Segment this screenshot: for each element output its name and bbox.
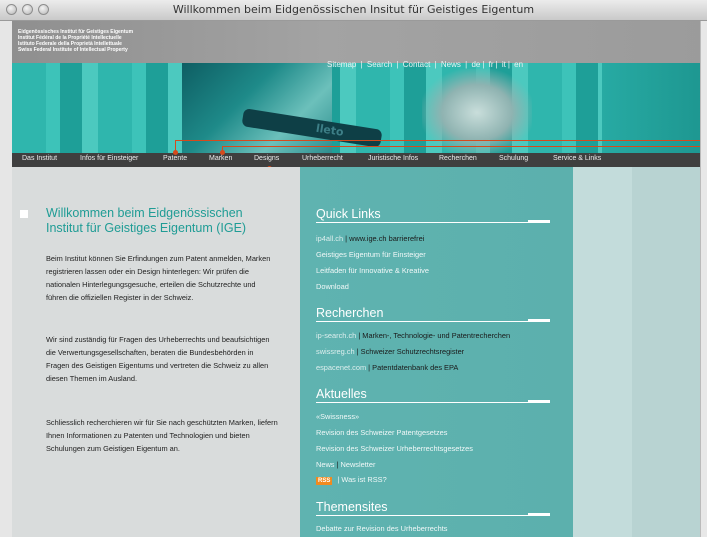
link-search[interactable]: Search [367, 60, 392, 69]
main-nav: Das Institut Infos für Einsteiger Patent… [12, 153, 707, 167]
nav-das-institut[interactable]: Das Institut [22, 155, 57, 162]
link-ip-search-desc: | Marken-, Technologie- und Patentrecher… [356, 331, 511, 340]
nav-patente[interactable]: Patente [163, 155, 187, 162]
section-divider-accent [528, 319, 550, 322]
header-photo-text: lleto [315, 121, 345, 139]
lang-it[interactable]: it [502, 60, 506, 69]
link-newsletter-label[interactable]: Newsletter [341, 460, 376, 469]
nav-marken[interactable]: Marken [209, 155, 232, 162]
lang-de[interactable]: de [471, 60, 480, 69]
link-swissness[interactable]: «Swissness» [316, 412, 359, 421]
vertical-scrollbar[interactable] [700, 21, 707, 537]
title-bar: Willkommen beim Eidgenössischen Insitut … [0, 0, 707, 21]
link-news-label[interactable]: News [316, 460, 334, 469]
link-revision-urheberrecht[interactable]: Revision des Schweizer Urheberrechtsgese… [316, 444, 473, 453]
page-title: Willkommen beim Eidgenössischen Institut… [46, 206, 247, 235]
link-swissreg-label[interactable]: swissreg.ch [316, 347, 355, 356]
nav-urheberrecht[interactable]: Urheberrecht [302, 155, 343, 162]
section-divider-accent [528, 513, 550, 516]
intro-paragraph-3: Schliesslich recherchieren wir für Sie n… [46, 418, 278, 453]
link-contact[interactable]: Contact [403, 60, 431, 69]
link-barrierefrei-label[interactable]: | www.ige.ch barrierefrei [343, 234, 424, 243]
link-news[interactable]: News [441, 60, 461, 69]
header-photo-statue [422, 69, 532, 156]
nav-schulung[interactable]: Schulung [499, 155, 528, 162]
institute-name-en: Swiss Federal Institute of Intellectual … [18, 47, 128, 53]
right-column-outer [632, 167, 707, 537]
link-news-newsletter[interactable]: News | Newsletter [316, 460, 375, 469]
intro-paragraph-2: Wir sind zuständig für Fragen des Urhebe… [46, 335, 270, 383]
section-title-recherchen: Recherchen [316, 306, 384, 320]
section-divider [316, 321, 549, 322]
title-marker [20, 210, 28, 218]
link-espacenet-desc: | Patentdatenbank des EPA [366, 363, 459, 372]
nav-service-links[interactable]: Service & Links [553, 155, 601, 162]
intro-paragraph-1: Beim Institut können Sie Erfindungen zum… [46, 254, 271, 302]
link-einsteiger[interactable]: Geistiges Eigentum für Einsteiger [316, 250, 426, 259]
link-ip4all[interactable]: ip4all.ch | www.ige.ch barrierefrei [316, 234, 424, 243]
link-download[interactable]: Download [316, 282, 349, 291]
link-ip-search[interactable]: ip-search.ch | Marken-, Technologie- und… [316, 331, 510, 340]
lang-fr[interactable]: fr [489, 60, 494, 69]
link-debatte-urheberrecht[interactable]: Debatte zur Revision des Urheberrechts [316, 524, 447, 533]
rss-icon[interactable]: RSS [316, 477, 333, 485]
section-divider [316, 222, 549, 223]
link-sitemap[interactable]: Sitemap [327, 60, 356, 69]
link-was-ist-rss[interactable]: | Was ist RSS? [335, 475, 386, 484]
section-divider-accent [528, 220, 550, 223]
link-espacenet[interactable]: espacenet.com | Patentdatenbank des EPA [316, 363, 458, 372]
link-swissreg[interactable]: swissreg.ch | Schweizer Schutzrechtsregi… [316, 347, 464, 356]
nav-recherchen[interactable]: Recherchen [439, 155, 477, 162]
link-revision-patentgesetz[interactable]: Revision des Schweizer Patentgesetzes [316, 428, 447, 437]
nav-designs[interactable]: Designs [254, 155, 279, 162]
header-photo-right [602, 63, 707, 156]
section-title-quick-links: Quick Links [316, 207, 381, 221]
lang-en[interactable]: en [514, 60, 523, 69]
link-swissreg-desc: | Schweizer Schutzrechtsregister [354, 347, 465, 356]
annotation-dot-marken [220, 150, 225, 155]
site-header: lleto Eidgenössisches Institut für Geist… [12, 21, 707, 156]
link-ip-search-label[interactable]: ip-search.ch [316, 331, 356, 340]
annotation-line-marken [222, 146, 707, 147]
annotation-dot-patente [173, 150, 178, 155]
link-leitfaden[interactable]: Leitfaden für Innovative & Kreative [316, 266, 429, 275]
section-divider-accent [528, 400, 550, 403]
link-ip4all-label[interactable]: ip4all.ch [316, 234, 343, 243]
section-title-aktuelles: Aktuelles [316, 387, 367, 401]
link-rss[interactable]: RSS | Was ist RSS? [316, 475, 387, 485]
section-title-themensites: Themensites [316, 500, 388, 514]
nav-infos-einsteiger[interactable]: Infos für Einsteiger [80, 155, 138, 162]
annotation-line-patente [175, 140, 707, 141]
utility-links: Sitemap | Search | Contact | News | de | … [327, 60, 524, 69]
window-title: Willkommen beim Eidgenössischen Insitut … [172, 3, 535, 16]
nav-juristische-infos[interactable]: Juristische Infos [368, 155, 418, 162]
institute-logo-text[interactable]: Eidgenössisches Institut für Geistiges E… [18, 29, 133, 53]
link-espacenet-label[interactable]: espacenet.com [316, 363, 366, 372]
section-divider [316, 402, 549, 403]
browser-window: Willkommen beim Eidgenössischen Insitut … [0, 0, 707, 537]
section-divider [316, 515, 549, 516]
